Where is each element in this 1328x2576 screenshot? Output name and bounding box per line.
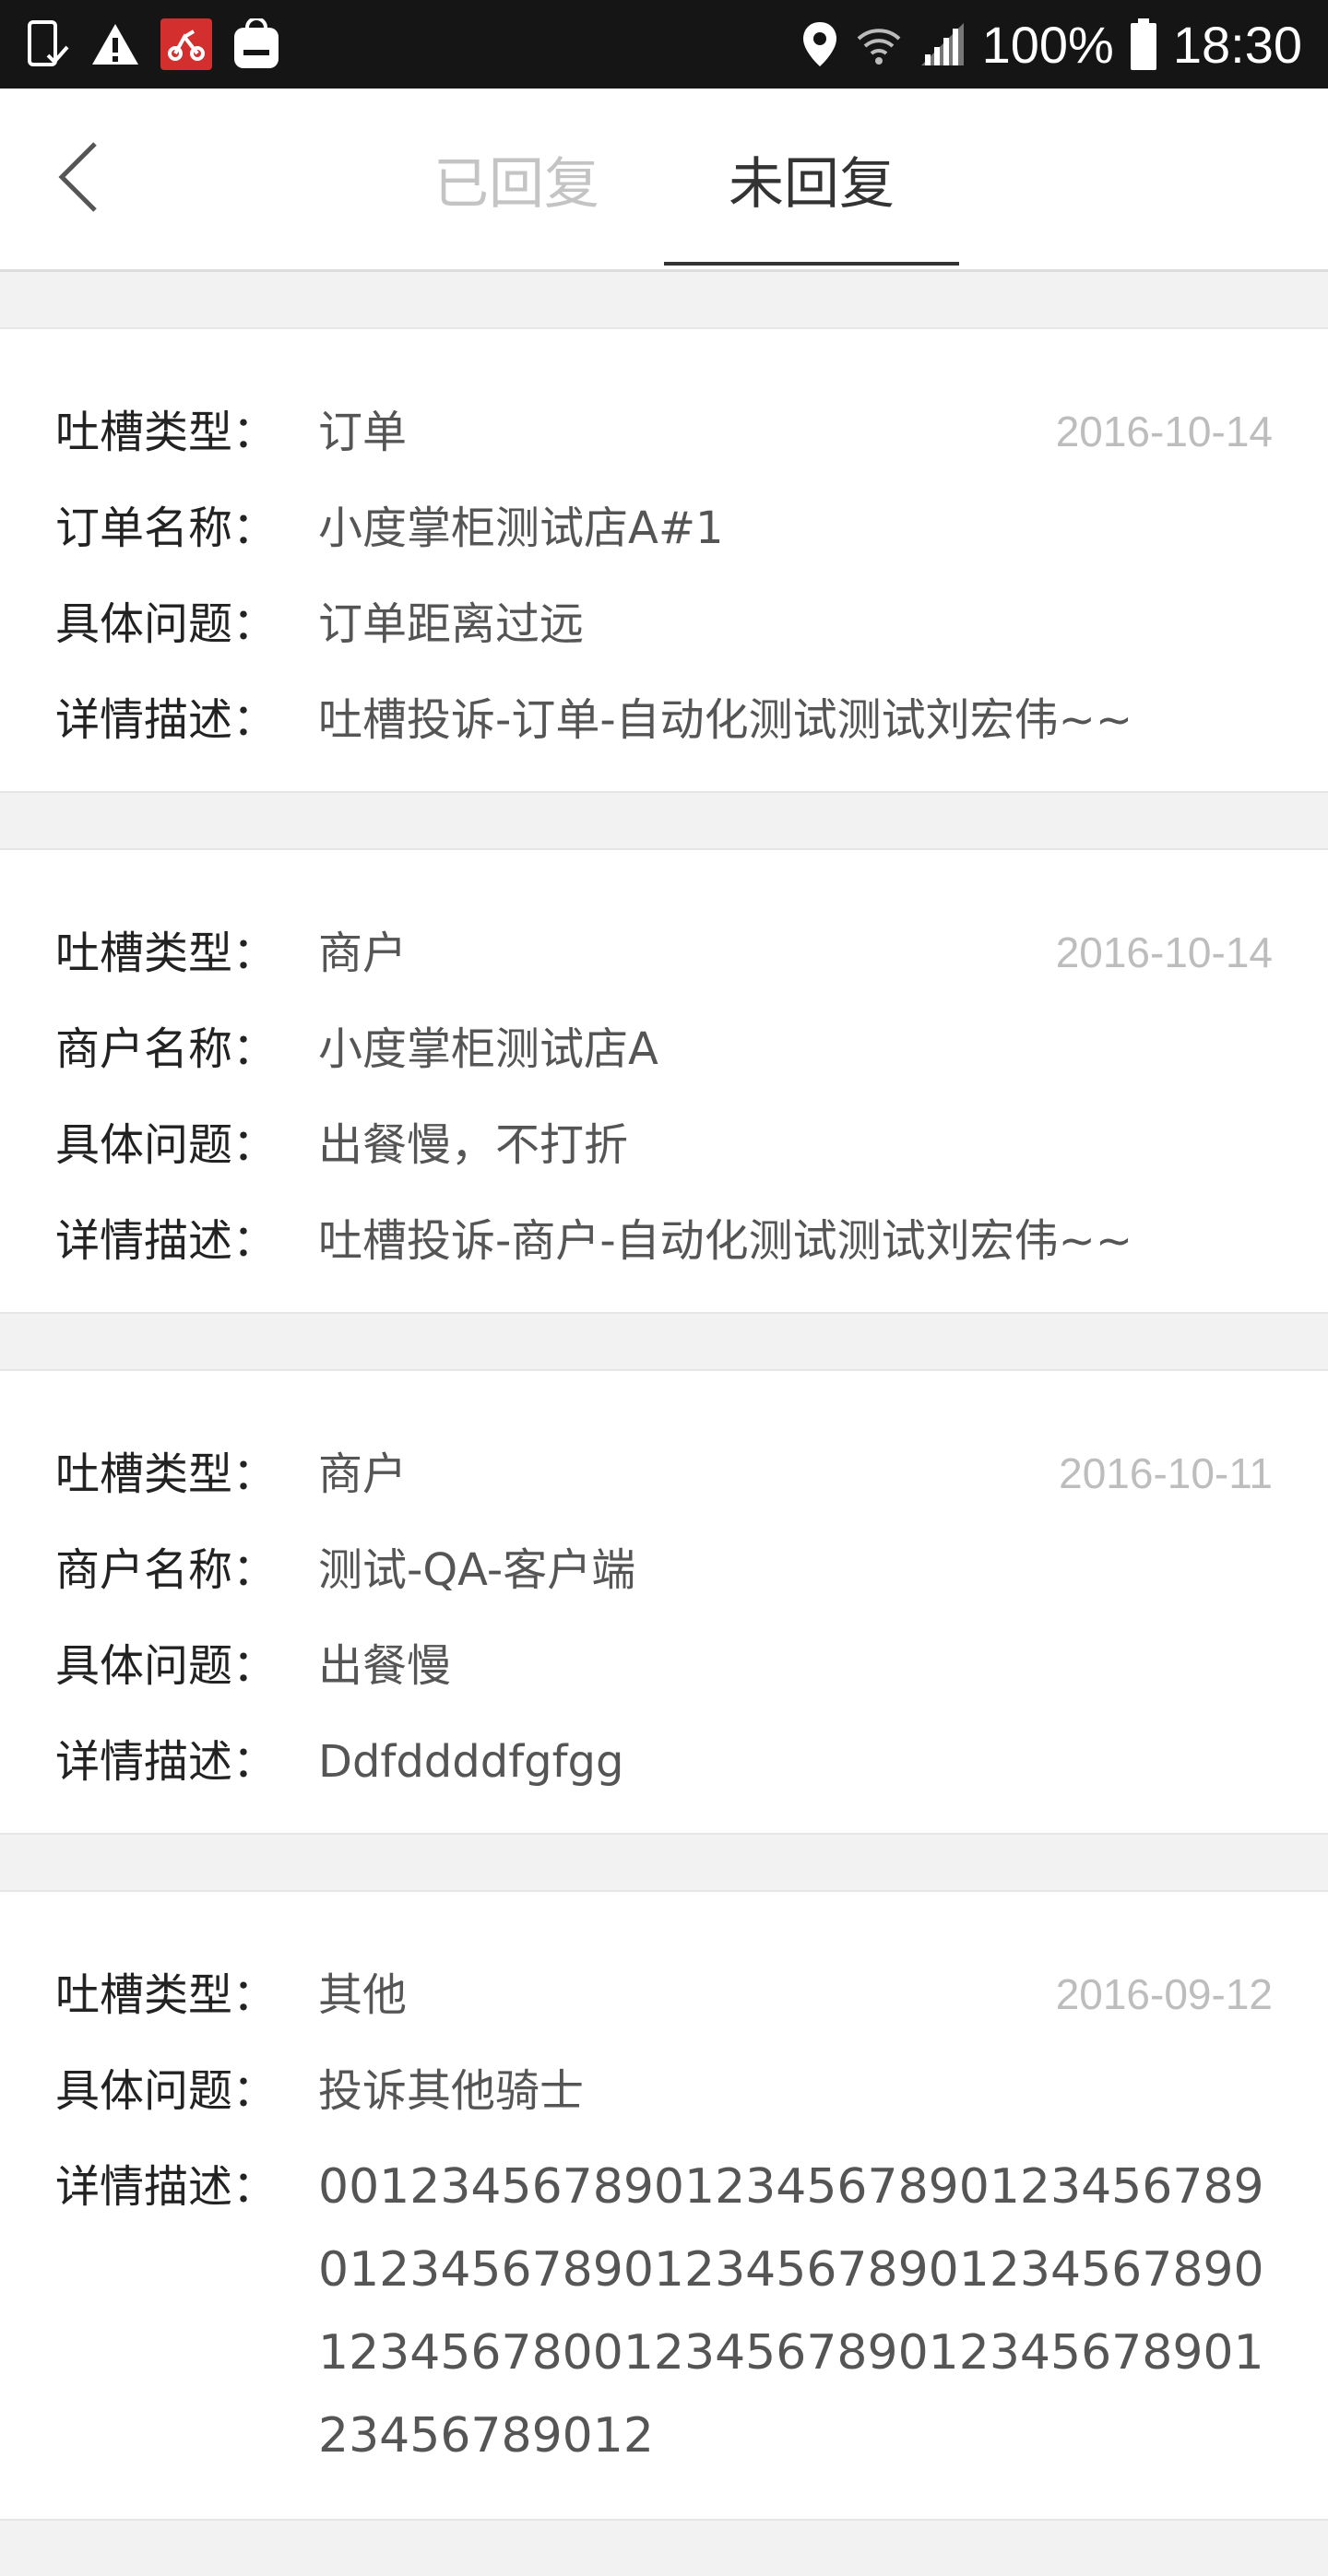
field-value: Ddfddddfgfgg	[318, 1736, 624, 1788]
status-bar: 100% 18:30	[0, 0, 1328, 89]
wifi-icon	[855, 20, 903, 68]
field-row: 详情描述： 0012345678901234567890123456789012…	[55, 2157, 1273, 2477]
phone-check-icon	[26, 18, 70, 70]
field-row: 商户名称： 测试-QA-客户端	[55, 1541, 1273, 1600]
complaint-card[interactable]: 2016-10-14 吐槽类型： 订单 订单名称： 小度掌柜测试店A#1 具体问…	[0, 327, 1328, 793]
complaint-card[interactable]: 2016-09-12 吐槽类型： 其他 具体问题： 投诉其他骑士 详情描述： 0…	[0, 1890, 1328, 2521]
field-label: 吐槽类型：	[55, 407, 278, 458]
active-tab-indicator	[664, 262, 959, 266]
clock: 18:30	[1172, 15, 1302, 74]
system-icons: 100% 18:30	[785, 15, 1302, 75]
field-label: 具体问题：	[55, 2065, 278, 2117]
complaint-date: 2016-09-12	[1055, 1970, 1273, 2018]
field-label: 详情描述：	[55, 1736, 278, 1788]
tab-replied[interactable]: 已回复	[369, 89, 664, 269]
field-label: 详情描述：	[55, 2161, 278, 2213]
chevron-left-icon	[58, 142, 97, 212]
field-row: 订单名称： 小度掌柜测试店A#1	[55, 499, 1273, 558]
field-row: 具体问题： 投诉其他骑士	[55, 2062, 1273, 2121]
field-label: 具体问题：	[55, 598, 278, 650]
notification-icons	[26, 18, 301, 70]
field-value: 出餐慢，不打折	[318, 1119, 629, 1171]
field-value: 订单距离过远	[318, 598, 585, 650]
field-label: 吐槽类型：	[55, 1969, 278, 2021]
complaint-date: 2016-10-14	[1055, 408, 1273, 455]
field-label: 吐槽类型：	[55, 1448, 278, 1500]
field-label: 订单名称：	[55, 502, 278, 554]
header: 已回复 未回复	[0, 89, 1328, 272]
field-row: 具体问题： 出餐慢	[55, 1637, 1273, 1696]
field-value: 0012345678901234567890123456789012345678…	[318, 2159, 1264, 2464]
location-icon	[801, 20, 838, 68]
field-value: 测试-QA-客户端	[318, 1544, 636, 1596]
field-row: 具体问题： 出餐慢，不打折	[55, 1116, 1273, 1175]
field-label: 商户名称：	[55, 1544, 278, 1596]
battery-percent: 100%	[981, 15, 1114, 74]
field-value: 吐槽投诉-商户-自动化测试测试刘宏伟~~	[318, 1215, 1133, 1267]
field-row: 详情描述： Ddfddddfgfgg	[55, 1732, 1273, 1791]
galaxy-bag-icon	[232, 18, 280, 70]
field-label: 吐槽类型：	[55, 928, 278, 979]
field-row: 详情描述： 吐槽投诉-订单-自动化测试测试刘宏伟~~	[55, 691, 1273, 750]
field-label: 详情描述：	[55, 694, 278, 746]
field-row: 商户名称： 小度掌柜测试店A	[55, 1020, 1273, 1079]
field-row: 具体问题： 订单距离过远	[55, 595, 1273, 654]
complaint-date: 2016-10-14	[1055, 928, 1273, 976]
field-value: 小度掌柜测试店A#1	[318, 502, 724, 554]
back-button[interactable]	[46, 140, 111, 214]
field-row: 详情描述： 吐槽投诉-商户-自动化测试测试刘宏伟~~	[55, 1211, 1273, 1270]
warning-icon	[90, 21, 140, 67]
field-value: 小度掌柜测试店A	[318, 1023, 658, 1075]
complaint-card[interactable]: 2016-10-11 吐槽类型： 商户 商户名称： 测试-QA-客户端 具体问题…	[0, 1369, 1328, 1835]
field-value: 投诉其他骑士	[318, 2065, 585, 2117]
field-value: 吐槽投诉-订单-自动化测试测试刘宏伟~~	[318, 694, 1133, 746]
complaint-card[interactable]: 2016-10-14 吐槽类型： 商户 商户名称： 小度掌柜测试店A 具体问题：…	[0, 848, 1328, 1314]
battery-icon	[1130, 18, 1156, 70]
field-label: 详情描述：	[55, 1215, 278, 1267]
field-label: 具体问题：	[55, 1119, 278, 1171]
field-value: 出餐慢	[318, 1640, 452, 1692]
field-label: 商户名称：	[55, 1023, 278, 1075]
signal-icon	[919, 21, 966, 67]
app-scooter-icon	[160, 18, 212, 70]
complaint-date: 2016-10-11	[1059, 1449, 1273, 1497]
field-label: 具体问题：	[55, 1640, 278, 1692]
tab-unreplied[interactable]: 未回复	[664, 89, 959, 269]
complaint-list: 2016-10-14 吐槽类型： 订单 订单名称： 小度掌柜测试店A#1 具体问…	[0, 327, 1328, 2576]
